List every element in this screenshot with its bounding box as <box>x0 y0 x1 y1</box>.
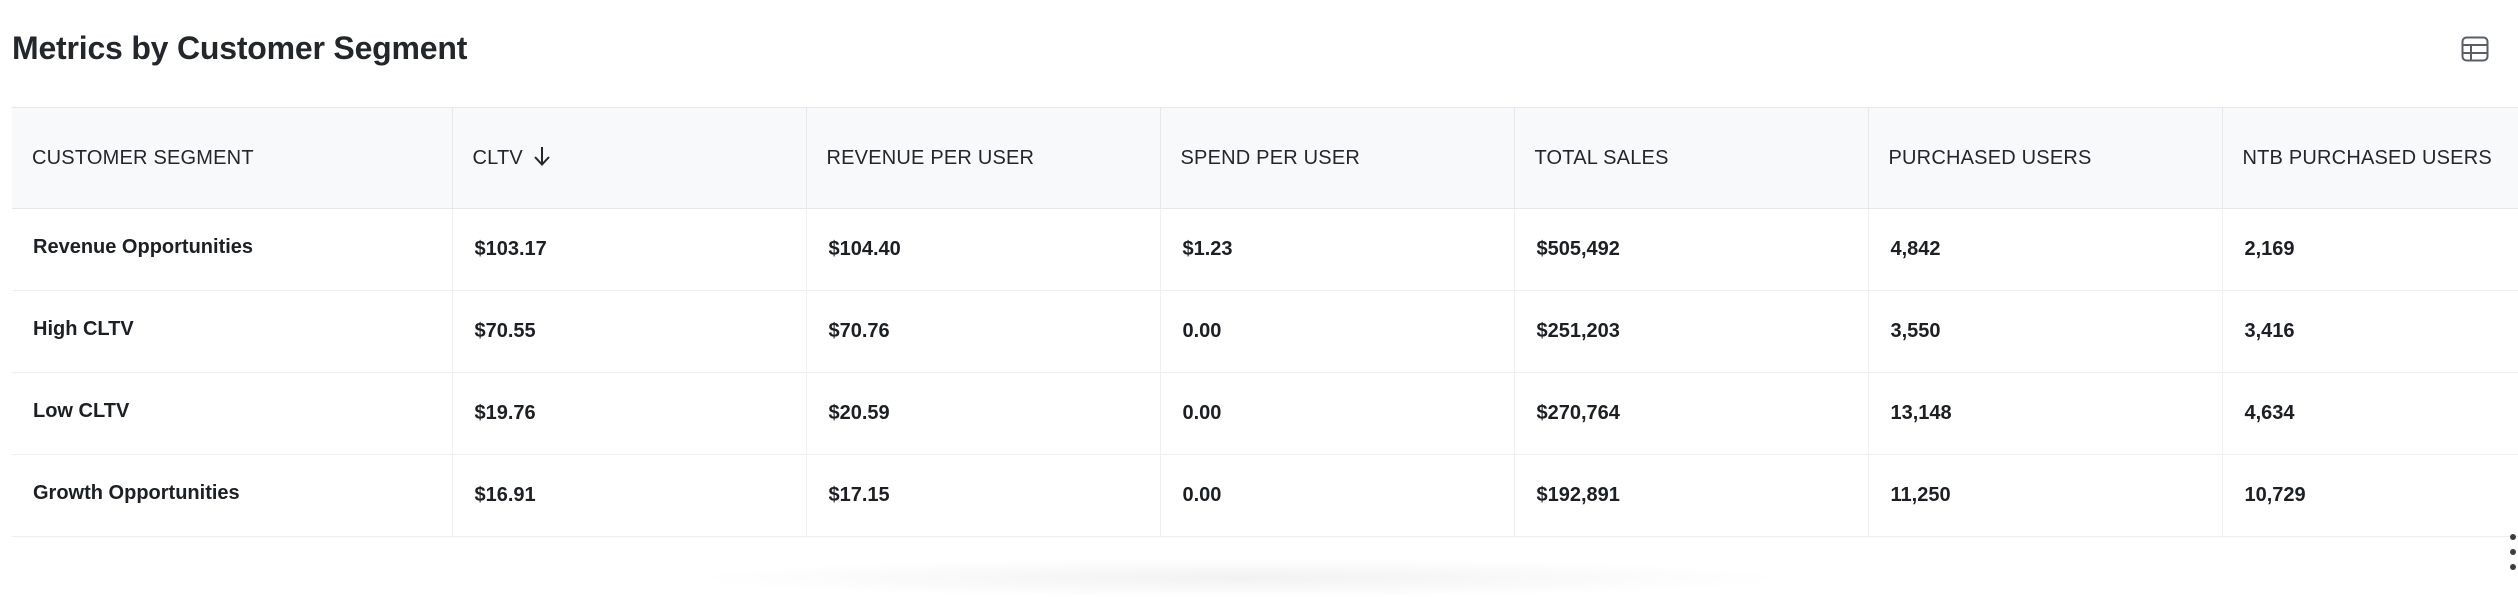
kebab-dot <box>2510 564 2516 570</box>
table-icon <box>2461 36 2489 62</box>
total-sales-cell: $505,492 <box>1514 208 1869 291</box>
spend-per-user-cell: $1.23 <box>1160 208 1515 291</box>
kebab-menu-icon[interactable] <box>2508 534 2518 570</box>
kebab-dot <box>2510 534 2516 540</box>
revenue-per-user-cell: $70.76 <box>806 290 1161 373</box>
segment-name: High CLTV <box>33 318 134 340</box>
ntb-purchased-users-cell: 10,729 <box>2222 454 2518 537</box>
segment-cell: Revenue Opportunities <box>12 208 453 291</box>
column-header-label: TOTAL SALES <box>1534 146 1669 169</box>
cltv-cell: $103.17 <box>452 208 807 291</box>
column-header-label: REVENUE PER USER <box>826 146 1035 169</box>
spend-per-user-cell: 0.00 <box>1160 454 1515 537</box>
segment-name: Revenue Opportunities <box>33 236 254 258</box>
table-row: Growth Opportunities $16.91 $17.15 0.00 … <box>12 454 2518 537</box>
purchased-users-cell: 13,148 <box>1868 372 2223 455</box>
cltv-cell: $19.76 <box>452 372 807 455</box>
segment-name: Low CLTV <box>33 400 130 422</box>
total-sales-cell: $192,891 <box>1514 454 1869 537</box>
table-row: Low CLTV $19.76 $20.59 0.00 $270,764 13,… <box>12 372 2518 455</box>
kebab-dot <box>2510 549 2516 555</box>
purchased-users-cell: 3,550 <box>1868 290 2223 373</box>
column-header-label: NTB PURCHASED USERS <box>2242 146 2492 169</box>
column-header-label: CLTV <box>472 146 523 169</box>
scroll-shadow <box>680 558 1800 598</box>
ntb-purchased-users-cell: 4,634 <box>2222 372 2518 455</box>
column-header-spend-per-user[interactable]: SPEND PER USER <box>1160 107 1515 209</box>
column-header-ntb-purchased-users[interactable]: NTB PURCHASED USERS <box>2222 107 2518 209</box>
total-sales-cell: $270,764 <box>1514 372 1869 455</box>
cltv-cell: $70.55 <box>452 290 807 373</box>
revenue-per-user-cell: $20.59 <box>806 372 1161 455</box>
column-header-purchased-users[interactable]: PURCHASED USERS <box>1868 107 2223 209</box>
metrics-table: CUSTOMER SEGMENT CLTV REVENUE PER USER S… <box>12 107 2518 537</box>
table-row: Revenue Opportunities $103.17 $104.40 $1… <box>12 208 2518 291</box>
column-header-customer-segment[interactable]: CUSTOMER SEGMENT <box>12 107 453 209</box>
table-header-row: CUSTOMER SEGMENT CLTV REVENUE PER USER S… <box>12 107 2518 209</box>
panel-title: Metrics by Customer Segment <box>12 30 468 66</box>
segment-name: Growth Opportunities <box>33 482 240 504</box>
column-header-cltv[interactable]: CLTV <box>452 107 807 209</box>
revenue-per-user-cell: $17.15 <box>806 454 1161 537</box>
ntb-purchased-users-cell: 3,416 <box>2222 290 2518 373</box>
purchased-users-cell: 4,842 <box>1868 208 2223 291</box>
table-row: High CLTV $70.55 $70.76 0.00 $251,203 3,… <box>12 290 2518 373</box>
purchased-users-cell: 11,250 <box>1868 454 2223 537</box>
total-sales-cell: $251,203 <box>1514 290 1869 373</box>
spend-per-user-cell: 0.00 <box>1160 290 1515 373</box>
column-header-revenue-per-user[interactable]: REVENUE PER USER <box>806 107 1161 209</box>
column-header-label: PURCHASED USERS <box>1888 146 2092 169</box>
column-header-label: CUSTOMER SEGMENT <box>32 146 254 169</box>
segment-cell: Low CLTV <box>12 372 453 455</box>
ntb-purchased-users-cell: 2,169 <box>2222 208 2518 291</box>
spend-per-user-cell: 0.00 <box>1160 372 1515 455</box>
table-view-toggle[interactable] <box>2458 32 2492 66</box>
cltv-cell: $16.91 <box>452 454 807 537</box>
revenue-per-user-cell: $104.40 <box>806 208 1161 291</box>
arrow-down-icon[interactable] <box>533 145 551 167</box>
column-header-label: SPEND PER USER <box>1180 146 1361 169</box>
column-header-total-sales[interactable]: TOTAL SALES <box>1514 107 1869 209</box>
segment-cell: Growth Opportunities <box>12 454 453 537</box>
segment-cell: High CLTV <box>12 290 453 373</box>
